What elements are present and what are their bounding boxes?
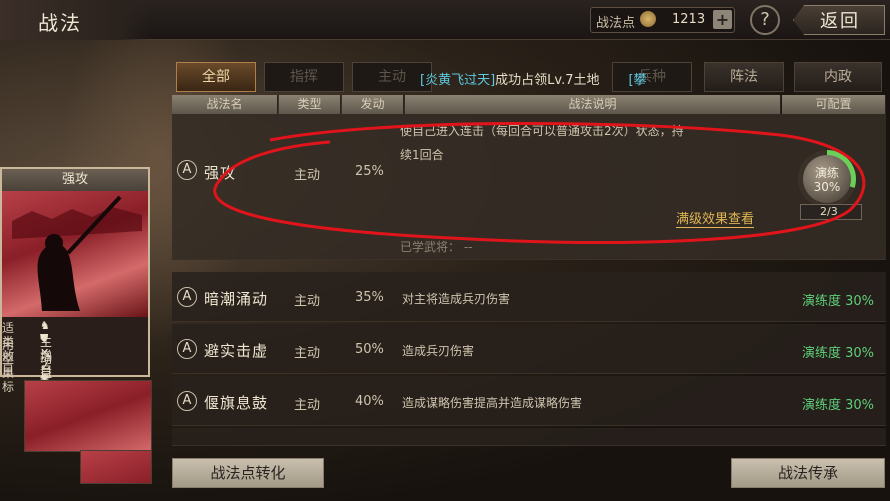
tactic-row-partial[interactable] (172, 428, 886, 446)
card-artwork (2, 191, 148, 317)
tactic-name: 避实击虚 (204, 342, 269, 360)
configurable-slots: 2/3 (820, 205, 838, 218)
notice-player-name: [炎黄飞过天] (420, 73, 496, 88)
tab-internal[interactable]: 内政 (794, 62, 882, 92)
tactic-mastery: 演练度 30% (801, 294, 874, 309)
card-info: 适用 ♞ ⛊ ✕ ➶ ✺ 类型 主动 效果 增益 目标 自己 (2, 317, 148, 394)
help-button[interactable]: ? (750, 5, 780, 35)
tactic-rate: 35% (355, 290, 384, 305)
inherit-tactic-button[interactable]: 战法传承 (731, 458, 885, 488)
convert-points-button[interactable]: 战法点转化 (172, 458, 324, 488)
tactic-card-back (80, 450, 152, 484)
back-button-label[interactable]: 返回 (820, 7, 860, 33)
tactic-row-selected[interactable]: A 强攻 主动 25% 使自己进入连击（每回合可以普通攻击2次）状态，持 续1回… (172, 114, 886, 260)
tactic-description: 对主将造成兵刃伤害 (402, 292, 511, 306)
tactic-points-label: 战法点 (596, 16, 636, 31)
page-title: 战法 (38, 11, 82, 35)
header-name: 战法名 (172, 95, 278, 114)
tactic-type: 主动 (294, 398, 321, 413)
tactics-list: A 强攻 主动 25% 使自己进入连击（每回合可以普通攻击2次）状态，持 续1回… (172, 114, 886, 446)
header-type: 类型 (279, 95, 341, 114)
tactic-row[interactable]: A 避实击虚 主动 50% 造成兵刃伤害 演练度 30% (172, 324, 886, 374)
grade-badge: A (177, 391, 197, 411)
tactic-description-line1: 使自己进入连击（每回合可以普通攻击2次）状态，持 (400, 124, 684, 138)
tactic-type: 主动 (294, 294, 321, 309)
tactic-description: 造成兵刃伤害 (402, 344, 475, 358)
header-rate: 发动 (342, 95, 404, 114)
tactic-name: 偃旗息鼓 (204, 394, 269, 412)
tactic-card: 强攻 适用 ♞ ⛊ ✕ ➶ ✺ 类型 主动 效果 增益 目标 自己 (0, 167, 150, 394)
notice-text: 成功占领Lv.7土地 (495, 73, 600, 88)
tab-formation[interactable]: 阵法 (704, 62, 784, 92)
grade-badge: A (177, 287, 197, 307)
broadcast-notice: [炎黄飞过天]成功占领Lv.7土地 [攀 (420, 69, 647, 88)
tactic-description: 造成谋略伤害提高并造成谋略伤害 (402, 396, 583, 410)
add-points-button[interactable]: + (713, 10, 732, 29)
warrior-silhouette (12, 195, 142, 311)
learned-generals: 已学武将： -- (400, 240, 473, 254)
grade-badge: A (177, 160, 197, 180)
grade-badge: A (177, 339, 197, 359)
tactic-points-value: 1213 (672, 12, 706, 27)
practice-percent: 30% (813, 180, 841, 194)
header-description: 战法说明 (405, 95, 781, 114)
tactic-name: 强攻 (204, 164, 237, 182)
tactic-row[interactable]: A 偃旗息鼓 主动 40% 造成谋略伤害提高并造成谋略伤害 演练度 30% (172, 376, 886, 426)
tactic-name: 暗潮涌动 (204, 290, 269, 308)
tactic-type: 主动 (294, 168, 321, 183)
tab-all[interactable]: 全部 (176, 62, 256, 92)
tactic-card-back (24, 380, 152, 452)
header-configurable: 可配置 (782, 95, 886, 114)
tab-command[interactable]: 指挥 (264, 62, 344, 92)
tactic-row[interactable]: A 暗潮涌动 主动 35% 对主将造成兵刃伤害 演练度 30% (172, 272, 886, 322)
card-title: 强攻 (2, 169, 148, 191)
practice-label: 演练 (814, 166, 839, 180)
tactic-rate: 25% (355, 164, 384, 179)
tactic-type: 主动 (294, 346, 321, 361)
max-effect-link[interactable]: 满级效果查看 (676, 208, 755, 228)
card-label-target: 目标 (2, 363, 15, 394)
tactic-mastery: 演练度 30% (801, 346, 874, 361)
tactic-points-icon (640, 11, 656, 27)
tactic-mastery: 演练度 30% (801, 398, 874, 413)
tactic-description-line2: 续1回合 (400, 148, 444, 162)
tactic-rate: 50% (355, 342, 384, 357)
notice-tail: [攀 (628, 73, 647, 88)
tactic-rate: 40% (355, 394, 384, 409)
